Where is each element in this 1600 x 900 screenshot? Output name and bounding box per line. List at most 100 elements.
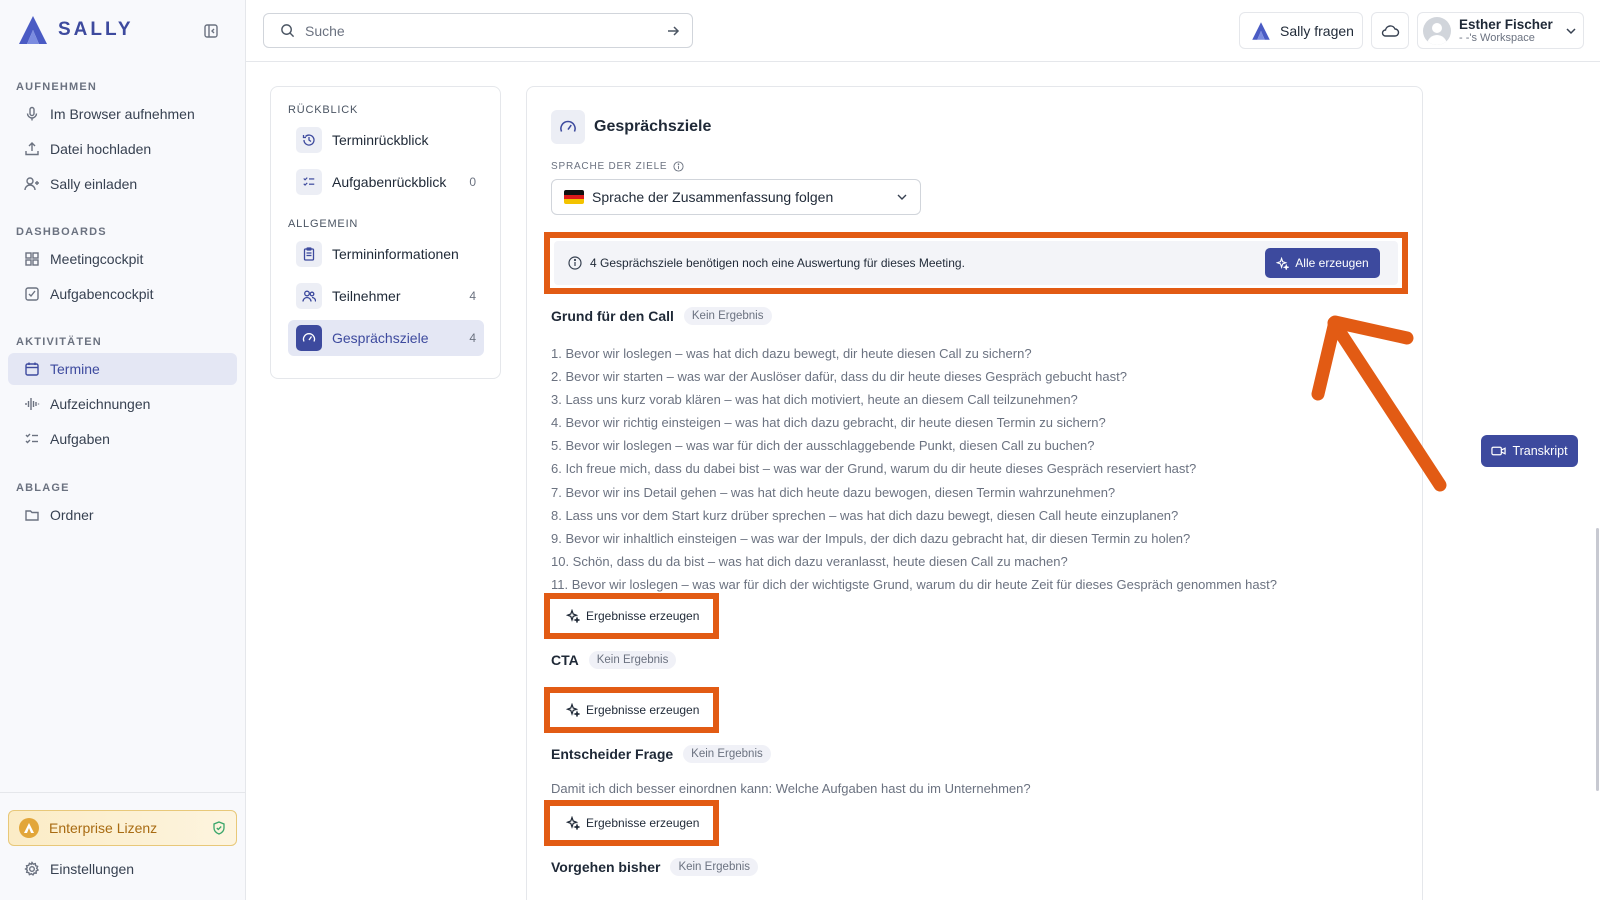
language-select-value: Sprache der Zusammenfassung folgen	[592, 189, 834, 205]
cloud-button[interactable]	[1371, 12, 1409, 49]
sidebar-item-label: Sally einladen	[50, 176, 138, 192]
status-badge: Kein Ergebnis	[588, 651, 677, 669]
calendar-icon	[25, 362, 39, 376]
goal-title: CTA Kein Ergebnis	[551, 651, 677, 669]
top-bar: Suche Sally fragen Esther Fischer - -'s …	[246, 0, 1600, 62]
list-item: 6. Ich freue mich, dass du dabei bist – …	[551, 461, 1197, 477]
folder-icon	[25, 510, 39, 521]
sidebar-item-folders[interactable]: Ordner	[8, 499, 237, 531]
sidebar-item-termine[interactable]: Termine	[8, 353, 237, 385]
goal-title: Grund für den Call Kein Ergebnis	[551, 307, 772, 325]
subnav-item-label: Terminrückblick	[332, 132, 429, 148]
license-label: Enterprise Lizenz	[49, 820, 158, 836]
search-input[interactable]: Suche	[263, 13, 693, 48]
sidebar-item-recordings[interactable]: Aufzeichnungen	[8, 388, 237, 420]
license-badge[interactable]: Enterprise Lizenz	[8, 810, 237, 846]
sidebar-item-settings[interactable]: Einstellungen	[8, 853, 237, 885]
sidebar: SALLY AUFNEHMEN Im Browser aufnehmen Dat…	[0, 0, 246, 900]
ask-sally-label: Sally fragen	[1280, 22, 1354, 39]
checklist-icon	[25, 433, 38, 444]
upload-icon	[25, 142, 39, 156]
goal-description: Damit ich dich besser einordnen kann: We…	[551, 781, 1031, 796]
subnav-item-meeting-info[interactable]: Termininformationen	[288, 236, 484, 272]
page-title: Gesprächsziele	[594, 118, 712, 135]
sidebar-item-invite[interactable]: Sally einladen	[8, 168, 237, 200]
generate-highlight: Ergebnisse erzeugen	[544, 593, 719, 639]
sally-logo[interactable]: SALLY	[16, 14, 134, 46]
subnav-section-general: ALLGEMEIN	[288, 218, 359, 230]
list-item: 7. Bevor wir ins Detail gehen – was hat …	[551, 484, 1116, 500]
sidebar-item-browser-record[interactable]: Im Browser aufnehmen	[8, 98, 237, 130]
scrollbar[interactable]	[1596, 528, 1599, 791]
history-icon	[296, 127, 322, 153]
sally-logo-icon	[1252, 21, 1270, 40]
search-placeholder: Suche	[305, 22, 345, 39]
user-menu[interactable]: Esther Fischer - -'s Workspace	[1417, 12, 1584, 49]
goals-card: Gesprächsziele SPRACHE DER ZIELE Sprache…	[526, 86, 1423, 900]
generate-results-button[interactable]: Ergebnisse erzeugen	[558, 810, 705, 836]
sidebar-item-meetingcockpit[interactable]: Meetingcockpit	[8, 243, 237, 275]
subnav-item-label: Teilnehmer	[332, 288, 401, 304]
sidebar-item-upload[interactable]: Datei hochladen	[8, 133, 237, 165]
sidebar-item-taskcockpit[interactable]: Aufgabencockpit	[8, 278, 237, 310]
status-badge: Kein Ergebnis	[683, 745, 771, 763]
meeting-subnav: RÜCKBLICK Terminrückblick Aufgabenrückbl…	[270, 86, 501, 379]
checkbox-icon	[25, 287, 39, 301]
collapse-sidebar-icon[interactable]	[203, 23, 219, 39]
waveform-icon	[25, 398, 40, 410]
list-item: 1. Bevor wir loslegen – was hat dich daz…	[551, 346, 1032, 361]
sidebar-item-label: Datei hochladen	[50, 141, 152, 157]
generate-highlight: Ergebnisse erzeugen	[544, 800, 719, 846]
subnav-item-participants[interactable]: Teilnehmer 4	[288, 278, 484, 314]
annotation-arrow-icon	[1311, 315, 1447, 492]
sparkle-icon	[566, 816, 580, 830]
sidebar-item-label: Aufzeichnungen	[50, 396, 151, 412]
status-badge: Kein Ergebnis	[683, 307, 772, 325]
sally-logo-icon	[19, 16, 47, 44]
goal-title-text: CTA	[551, 652, 579, 668]
sidebar-item-label: Ordner	[50, 507, 94, 523]
goal-title-text: Entscheider Frage	[551, 746, 674, 762]
ask-sally-button[interactable]: Sally fragen	[1239, 12, 1363, 49]
subnav-item-label: Gesprächsziele	[332, 330, 429, 346]
checklist-icon	[296, 169, 322, 195]
chevron-down-icon	[1566, 27, 1576, 34]
search-icon	[281, 24, 295, 38]
grid-icon	[25, 252, 39, 266]
generate-results-label: Ergebnisse erzeugen	[586, 609, 700, 623]
list-item: 10. Schön, dass du da bist – was hat dic…	[551, 553, 1068, 569]
language-label: SPRACHE DER ZIELE	[551, 161, 684, 172]
generate-all-button[interactable]: Alle erzeugen	[1265, 248, 1380, 278]
subnav-count: 4	[469, 331, 476, 345]
status-badge: Kein Ergebnis	[670, 858, 759, 876]
sidebar-item-tasks[interactable]: Aufgaben	[8, 423, 237, 455]
generate-all-label: Alle erzeugen	[1295, 256, 1369, 270]
users-icon	[296, 283, 322, 309]
license-logo-icon	[19, 818, 39, 838]
sidebar-item-label: Im Browser aufnehmen	[50, 106, 195, 122]
transcript-label: Transkript	[1512, 444, 1568, 458]
list-item: 5. Bevor wir loslegen – was war für dich…	[551, 438, 1095, 454]
list-item: 8. Lass uns vor dem Start kurz drüber sp…	[551, 507, 1179, 523]
generate-results-button[interactable]: Ergebnisse erzeugen	[558, 603, 705, 629]
subnav-item-goals[interactable]: Gesprächsziele 4	[288, 320, 484, 356]
language-select[interactable]: Sprache der Zusammenfassung folgen	[551, 179, 921, 215]
section-title-dashboards: DASHBOARDS	[16, 226, 107, 238]
subnav-item-meeting-review[interactable]: Terminrückblick	[288, 122, 484, 158]
clipboard-icon	[296, 241, 322, 267]
subnav-item-task-review[interactable]: Aufgabenrückblick 0	[288, 164, 484, 200]
german-flag-icon	[564, 190, 584, 204]
info-icon[interactable]	[673, 161, 684, 172]
goal-title-text: Vorgehen bisher	[551, 859, 661, 875]
sparkle-icon	[1276, 256, 1290, 270]
goal-title: Vorgehen bisher Kein Ergebnis	[551, 858, 759, 876]
section-title-storage: ABLAGE	[16, 482, 70, 494]
goal-title-text: Grund für den Call	[551, 308, 674, 324]
generate-results-button[interactable]: Ergebnisse erzeugen	[558, 697, 705, 723]
subnav-item-label: Termininformationen	[332, 246, 459, 262]
list-item: 4. Bevor wir richtig einsteigen – was ha…	[551, 415, 1106, 431]
arrow-right-icon[interactable]	[666, 24, 680, 38]
generate-results-label: Ergebnisse erzeugen	[586, 816, 700, 830]
microphone-icon	[26, 106, 38, 121]
transcript-button[interactable]: Transkript	[1481, 435, 1578, 467]
